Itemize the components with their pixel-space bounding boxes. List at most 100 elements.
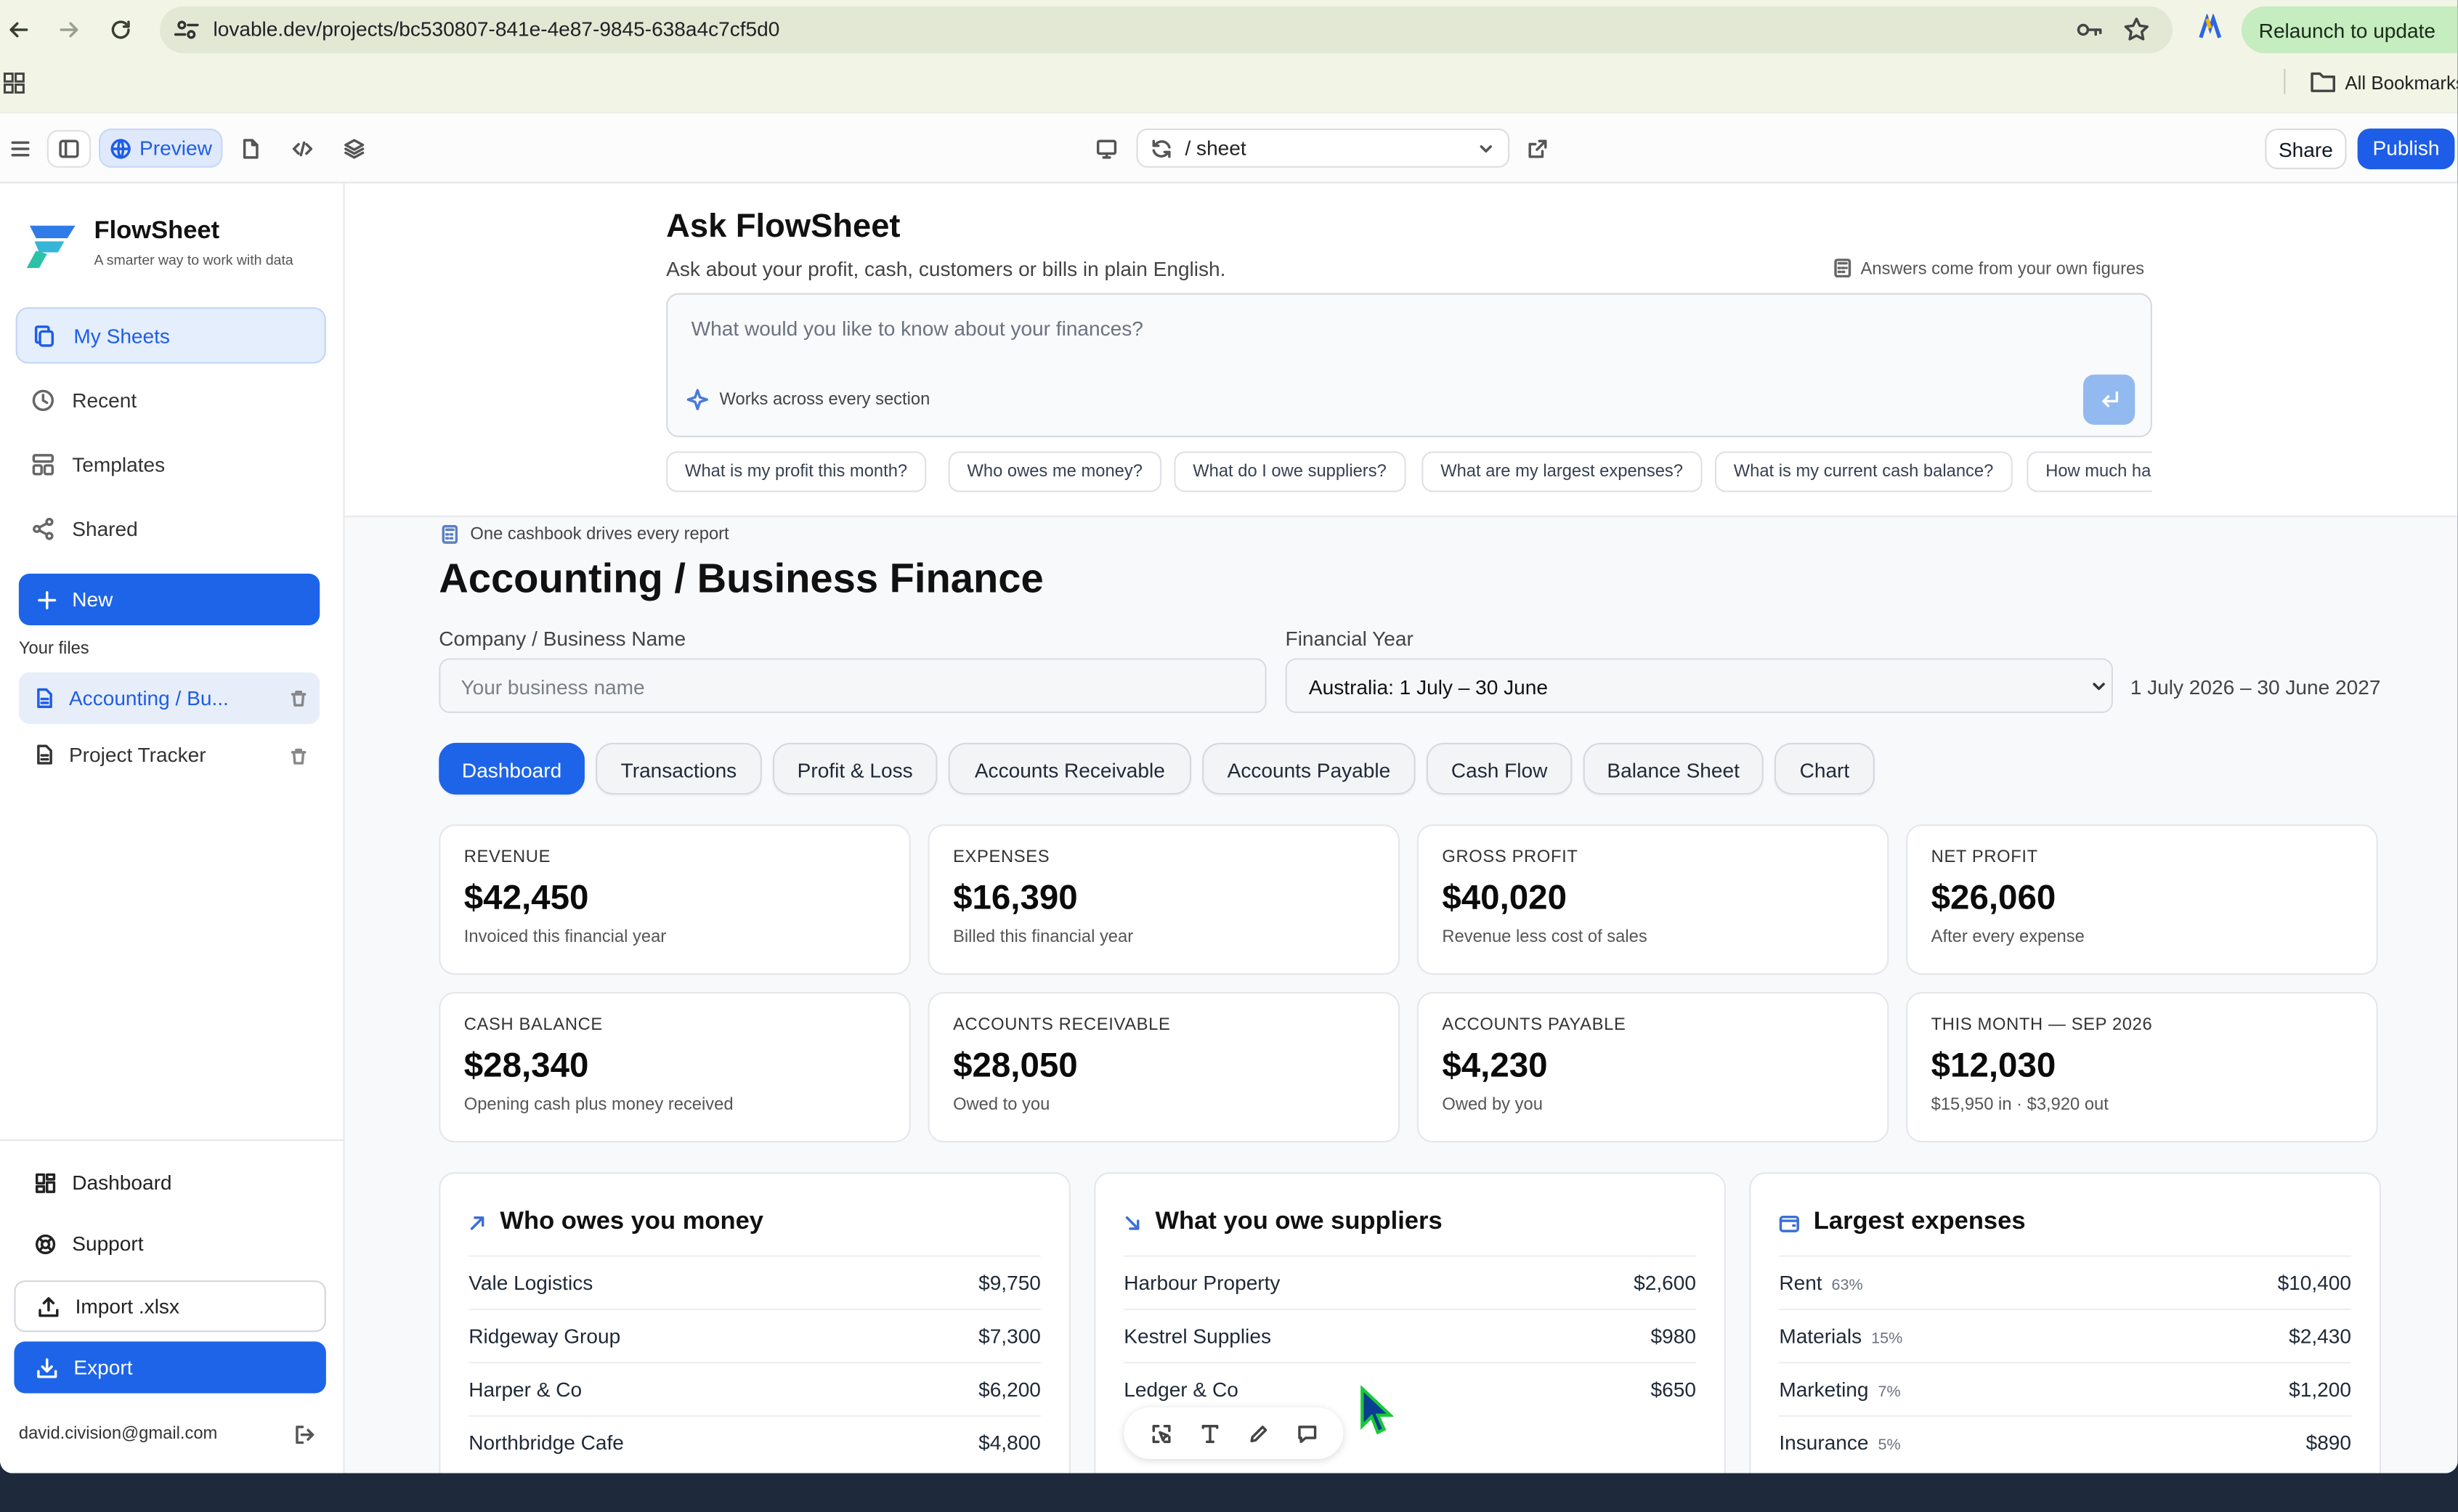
trash-icon[interactable]: [290, 690, 307, 707]
all-bookmarks-link[interactable]: All Bookmarks: [2345, 72, 2457, 94]
list-item[interactable]: Ridgeway Group $7,300: [469, 1308, 1041, 1362]
tab-profit-loss[interactable]: Profit & Loss: [772, 742, 938, 795]
text-tool-icon[interactable]: [1198, 1422, 1220, 1444]
upload-icon: [38, 1296, 59, 1317]
list-item[interactable]: Insurance 5% $890: [1779, 1415, 2351, 1468]
export-label: Export: [73, 1355, 133, 1380]
url-text[interactable]: lovable.dev/projects/bc530807-841e-4e87-…: [213, 17, 779, 41]
preview-label: Preview: [139, 136, 212, 160]
company-placeholder: Your business name: [461, 675, 645, 699]
fy-label: Financial Year: [1285, 627, 1413, 651]
debtor-name: Harper & Co: [469, 1377, 583, 1402]
file-item-accounting[interactable]: Accounting / Bu...: [18, 672, 320, 724]
arrow-down-right-icon: [1125, 1215, 1140, 1229]
kpi-sub: Owed to you: [953, 1095, 1050, 1115]
back-arrow-icon[interactable]: [3, 14, 34, 45]
reload-icon[interactable]: [105, 14, 137, 45]
list-item[interactable]: Materials 15% $2,430: [1779, 1308, 2351, 1362]
kpi-label: THIS MONTH — SEP 2026: [1931, 1015, 2153, 1035]
export-button[interactable]: Export: [14, 1341, 326, 1394]
suggestion-chip[interactable]: How much ha: [2027, 451, 2152, 492]
share-button[interactable]: Share: [2265, 128, 2347, 170]
supplier-amount: $2,600: [1634, 1271, 1696, 1295]
sidebar-toggle-icon[interactable]: [46, 130, 92, 168]
suggestion-chip[interactable]: What is my current cash balance?: [1714, 451, 2013, 492]
suggestion-chip[interactable]: Who owes me money?: [948, 451, 1161, 492]
kpi-label: REVENUE: [463, 848, 551, 867]
layout-icon: [31, 452, 54, 476]
copy-icon: [33, 324, 56, 347]
list-item[interactable]: Harper & Co $6,200: [469, 1362, 1041, 1415]
supplier-name: Kestrel Supplies: [1124, 1324, 1272, 1348]
apps-grid-icon[interactable]: [3, 72, 25, 94]
expense-amount: $1,200: [2289, 1377, 2351, 1402]
list-item[interactable]: Marketing 7% $1,200: [1779, 1362, 2351, 1415]
new-button[interactable]: New: [18, 573, 320, 626]
trash-icon[interactable]: [290, 747, 307, 765]
menu-icon[interactable]: [7, 135, 35, 163]
list-item[interactable]: Northbridge Cafe $4,800: [469, 1415, 1041, 1468]
kpi-card-expenses: EXPENSES $16,390 Billed this financial y…: [928, 824, 1400, 975]
address-bar[interactable]: lovable.dev/projects/bc530807-841e-4e87-…: [160, 6, 2173, 54]
list-item[interactable]: Harbour Property $2,600: [1124, 1255, 1696, 1309]
list-item[interactable]: Vale Logistics $9,750: [469, 1255, 1041, 1309]
panel-header: Who owes you money: [469, 1208, 763, 1237]
relaunch-button[interactable]: Relaunch to update: [2241, 6, 2458, 54]
expense-percent: 5%: [1878, 1436, 1901, 1455]
sidebar-item-support[interactable]: Support: [34, 1232, 144, 1256]
refresh-icon[interactable]: [1151, 138, 1172, 160]
expense-name: Materials: [1779, 1324, 1862, 1348]
fy-select[interactable]: Australia: 1 July – 30 June: [1285, 658, 2113, 713]
receivable-panel: Who owes you money Vale Logistics $9,750 …: [439, 1172, 1071, 1474]
sidebar-item-dashboard[interactable]: Dashboard: [34, 1171, 172, 1194]
debtor-amount: $4,800: [978, 1431, 1041, 1455]
key-icon[interactable]: [2075, 16, 2104, 44]
debtor-name: Ridgeway Group: [469, 1324, 621, 1348]
sidebar-item-recent[interactable]: Recent: [16, 371, 326, 428]
tab-chart[interactable]: Chart: [1774, 742, 1875, 795]
comment-icon[interactable]: [1296, 1422, 1318, 1444]
support-label: Support: [72, 1232, 144, 1256]
extension-logo-icon[interactable]: [2196, 14, 2224, 42]
publish-button[interactable]: Publish: [2357, 128, 2455, 170]
kpi-card-this-month: THIS MONTH — SEP 2026 $12,030 $15,950 in…: [1906, 992, 2378, 1143]
external-link-icon[interactable]: [1524, 135, 1552, 163]
select-tool-icon[interactable]: [1150, 1422, 1172, 1444]
lifebuoy-icon: [35, 1233, 56, 1253]
tab-accounts-receivable[interactable]: Accounts Receivable: [948, 742, 1192, 795]
kpi-value: $16,390: [953, 877, 1078, 917]
fy-range: 1 July 2026 – 30 June 2027: [2130, 675, 2381, 699]
tab-balance-sheet[interactable]: Balance Sheet: [1583, 742, 1764, 795]
kpi-card-accounts-payable: ACCOUNTS PAYABLE $4,230 Owed by you: [1416, 992, 1889, 1143]
pencil-icon[interactable]: [1247, 1422, 1269, 1444]
tab-dashboard[interactable]: Dashboard: [439, 742, 585, 795]
sidebar-item-my-sheets[interactable]: My Sheets: [15, 306, 326, 364]
forward-arrow-icon[interactable]: [53, 14, 84, 45]
list-item[interactable]: Rent 63% $10,400: [1779, 1255, 2351, 1309]
tab-transactions[interactable]: Transactions: [596, 742, 762, 795]
star-icon[interactable]: [2122, 16, 2151, 44]
route-selector[interactable]: / sheet: [1136, 128, 1510, 168]
site-settings-icon[interactable]: [172, 16, 200, 44]
company-field[interactable]: Your business name: [439, 658, 1267, 713]
preview-button[interactable]: Preview: [98, 128, 223, 168]
logout-icon[interactable]: [295, 1425, 315, 1445]
tab-accounts-payable[interactable]: Accounts Payable: [1202, 742, 1416, 795]
fy-value: Australia: 1 July – 30 June: [1308, 675, 1548, 699]
calculator-icon: [442, 524, 458, 544]
sidebar-item-templates[interactable]: Templates: [16, 436, 326, 492]
kpi-value: $26,060: [1931, 877, 2056, 917]
import-button[interactable]: Import .xlsx: [14, 1280, 326, 1333]
layers-icon[interactable]: [340, 135, 368, 163]
suggestion-chip[interactable]: What is my profit this month?: [666, 451, 927, 492]
desktop-icon[interactable]: [1092, 135, 1121, 163]
tab-cash-flow[interactable]: Cash Flow: [1426, 742, 1573, 795]
suggestion-chip[interactable]: What are my largest expenses?: [1421, 451, 1702, 492]
code-icon[interactable]: [288, 135, 317, 163]
sidebar-item-shared[interactable]: Shared: [16, 500, 326, 556]
folder-icon: [2311, 70, 2336, 92]
file-icon[interactable]: [237, 135, 265, 163]
suggestion-chip[interactable]: What do I owe suppliers?: [1174, 451, 1406, 492]
list-item[interactable]: Kestrel Supplies $980: [1124, 1308, 1696, 1362]
file-item-project-tracker[interactable]: Project Tracker: [34, 743, 206, 766]
